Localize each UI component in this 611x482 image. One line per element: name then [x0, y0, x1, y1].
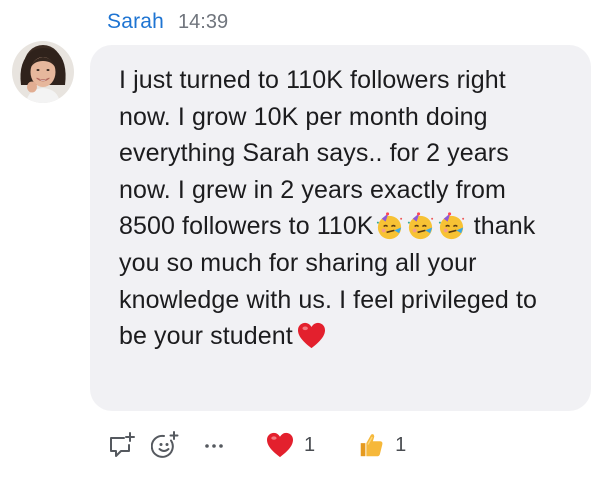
reaction-heart[interactable]: 1 [266, 432, 315, 458]
red-heart-emoji [297, 323, 325, 349]
red-heart-icon [267, 432, 293, 458]
add-reaction-icon[interactable] [151, 430, 181, 460]
reaction-thumbs-up[interactable]: 1 [357, 431, 406, 459]
user-avatar-photo [12, 41, 74, 103]
avatar[interactable] [12, 41, 74, 103]
partying-face-emoji [407, 212, 433, 240]
message-actions: 1 1 [107, 427, 406, 463]
message-text: I just turned to 110K followers right no… [119, 62, 563, 355]
message-header: Sarah 14:39 [107, 10, 228, 38]
message-bubble: I just turned to 110K followers right no… [90, 45, 591, 411]
partying-face-emoji [438, 212, 464, 240]
timestamp: 14:39 [178, 11, 229, 33]
chat-message: Sarah 14:39 I just turned to 110K follow… [0, 0, 611, 482]
reply-icon[interactable] [107, 430, 137, 460]
more-icon[interactable] [199, 430, 229, 460]
thumbs-up-icon [360, 434, 383, 457]
reaction-thumbs-up-count: 1 [395, 433, 407, 456]
sender-name[interactable]: Sarah [107, 10, 164, 34]
reaction-heart-count: 1 [304, 433, 316, 456]
partying-face-emoji [376, 212, 402, 240]
